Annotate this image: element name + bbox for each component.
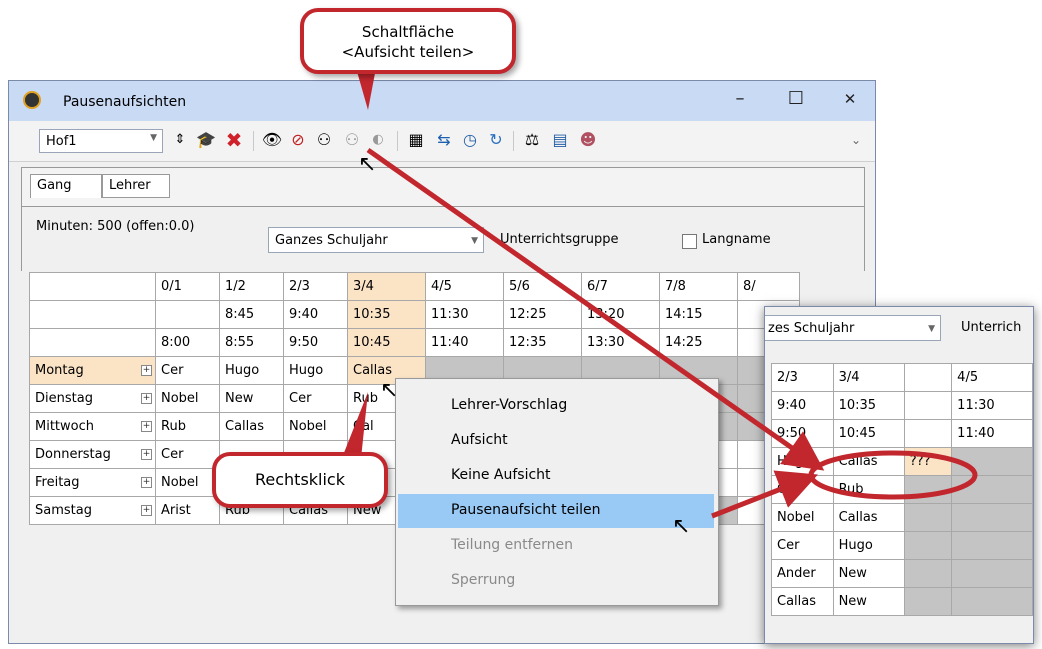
callout-line1: Schaltfläche [361, 23, 455, 41]
callout-schaltflaeche: Schaltfläche <Aufsicht teilen> [300, 8, 516, 74]
callout-line2: <Aufsicht teilen> [341, 43, 475, 61]
arrow-menu-to-zoom [711, 470, 818, 519]
arrow-to-zoom [366, 147, 825, 471]
callout-pointer-top [356, 68, 376, 110]
callout-rechtsklick: Rechtsklick [212, 452, 388, 508]
mouse-cursor-icon: ↖ [672, 514, 691, 539]
highlight-ellipse [808, 450, 978, 500]
mouse-cursor-icon: ↖ [358, 152, 377, 177]
mouse-cursor-icon: ↖ [380, 378, 399, 403]
annotation-arrows [338, 68, 978, 519]
